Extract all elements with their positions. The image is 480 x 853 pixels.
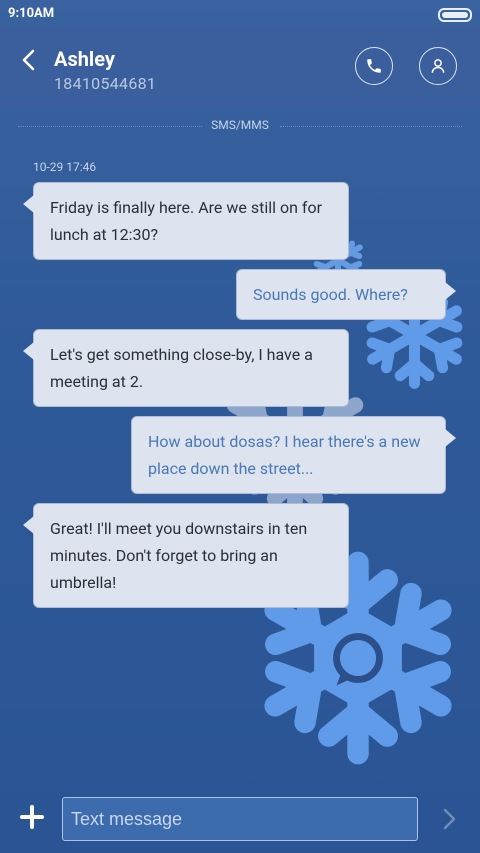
message-text: Let's get something close-by, I have a m…	[50, 345, 313, 391]
status-bar: 9:10AM	[0, 0, 480, 26]
message-text: Friday is finally here. Are we still on …	[50, 198, 322, 244]
message-bubble-outgoing[interactable]: How about dosas? I hear there's a new pl…	[131, 416, 456, 494]
channel-label: SMS/MMS	[211, 118, 269, 132]
contact-name: Ashley	[54, 47, 115, 71]
message-bubble-incoming[interactable]: Friday is finally here. Are we still on …	[23, 182, 349, 260]
message-text: How about dosas? I hear there's a new pl…	[148, 432, 421, 478]
call-button[interactable]	[355, 47, 393, 85]
message-text: Sounds good. Where?	[253, 285, 408, 304]
message-bubble-incoming[interactable]: Let's get something close-by, I have a m…	[23, 329, 349, 407]
phone-icon	[367, 59, 381, 73]
contact-details-button[interactable]	[419, 47, 457, 85]
add-attachment-icon[interactable]	[20, 805, 44, 829]
conversation-header: Ashley 18410544681	[0, 26, 480, 108]
message-text: Great! I'll meet you downstairs in ten m…	[50, 519, 308, 592]
message-bubble-incoming[interactable]: Great! I'll meet you downstairs in ten m…	[23, 503, 349, 608]
contact-number: 18410544681	[54, 74, 157, 93]
back-arrow-icon[interactable]	[20, 48, 38, 72]
message-composer	[0, 787, 480, 853]
message-bubble-outgoing[interactable]: Sounds good. Where?	[236, 269, 456, 320]
text-message-input[interactable]	[62, 797, 418, 841]
message-timestamp: 10-29 17:46	[33, 160, 97, 174]
person-icon	[431, 59, 445, 73]
status-time: 9:10AM	[8, 6, 55, 21]
battery-icon	[438, 8, 472, 22]
send-arrow-icon[interactable]	[440, 807, 458, 831]
